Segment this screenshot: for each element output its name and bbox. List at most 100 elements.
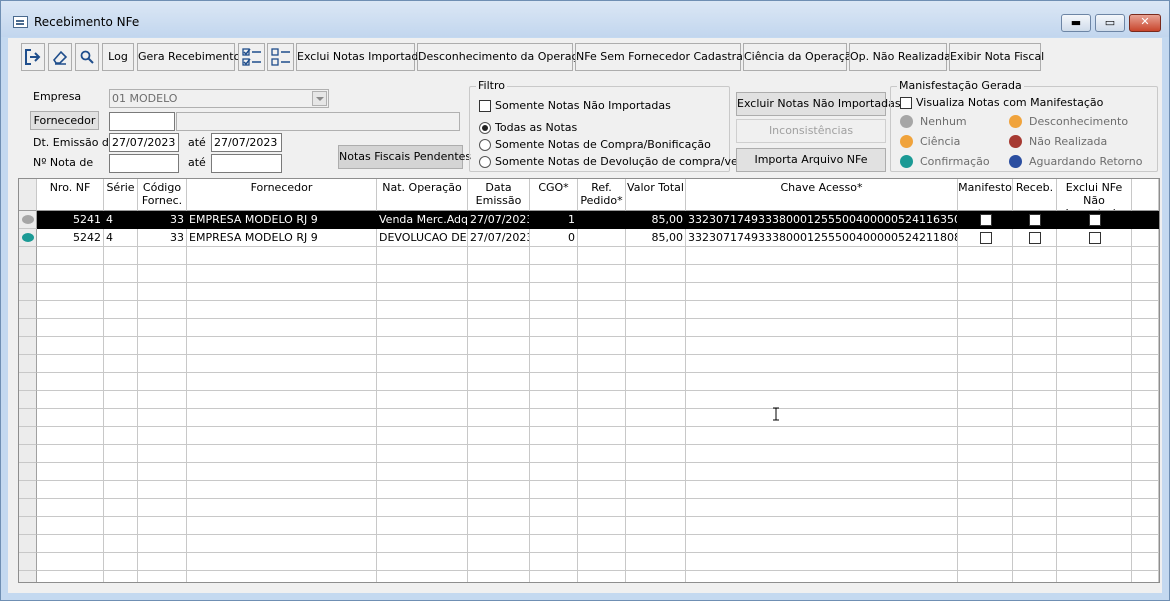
cell-nat[interactable]: Venda Merc.Adq.T [377,211,468,229]
cell-nro[interactable] [37,373,104,391]
search-button[interactable] [75,43,99,71]
cell-codigo[interactable] [138,337,187,355]
cell-valor[interactable] [626,553,686,571]
cell-cgo[interactable] [530,517,578,535]
table-row[interactable] [19,355,1159,373]
cell-pad[interactable] [1132,463,1159,481]
cell-fornecedor[interactable] [187,463,377,481]
row-indicator[interactable] [19,355,37,373]
cell-codigo[interactable] [138,301,187,319]
cell-pad[interactable] [1132,391,1159,409]
cell-fornecedor[interactable] [187,499,377,517]
table-row[interactable] [19,535,1159,553]
cell-serie[interactable] [104,301,138,319]
cell-data[interactable] [468,337,530,355]
check-all-button[interactable] [238,43,265,71]
cell-fornecedor[interactable] [187,355,377,373]
cell-codigo[interactable] [138,319,187,337]
cell-nat[interactable] [377,445,468,463]
uncheck-all-button[interactable] [267,43,294,71]
cell-nro[interactable] [37,301,104,319]
row-indicator[interactable] [19,463,37,481]
cell-cgo[interactable] [530,427,578,445]
cell-valor[interactable] [626,409,686,427]
cell-nro[interactable] [37,481,104,499]
cell-nat[interactable] [377,409,468,427]
importa-arquivo-button[interactable]: Importa Arquivo NFe [736,148,886,172]
cell-nro[interactable] [37,517,104,535]
cell-fornecedor[interactable] [187,571,377,582]
cell-ref[interactable] [578,211,626,229]
cell-fornecedor[interactable] [187,283,377,301]
cell-valor[interactable] [626,481,686,499]
cell-cgo[interactable] [530,553,578,571]
cell-data[interactable] [468,481,530,499]
cell-nro[interactable] [37,355,104,373]
cell-nro[interactable]: 5241 [37,211,104,229]
cell-serie[interactable] [104,463,138,481]
header-serie[interactable]: Série [104,179,138,211]
cell-serie[interactable] [104,265,138,283]
table-row[interactable]: 5242 4 33 EMPRESA MODELO RJ 9 DEVOLUCAO DE I… [19,229,1159,247]
cell-nro[interactable] [37,553,104,571]
table-row[interactable] [19,445,1159,463]
cell-ref[interactable] [578,571,626,582]
cell-data[interactable] [468,391,530,409]
cell-valor[interactable] [626,517,686,535]
cell-codigo[interactable]: 33 [138,229,187,247]
cell-valor[interactable]: 85,00 [626,229,686,247]
cell-serie[interactable] [104,427,138,445]
cell-nat[interactable] [377,535,468,553]
cell-codigo[interactable] [138,427,187,445]
ciencia-operacao-button[interactable]: Ciência da Operação [743,43,858,71]
cell-serie[interactable] [104,445,138,463]
cell-chave[interactable] [686,463,958,481]
cell-cgo[interactable]: 1 [530,211,578,229]
cell-codigo[interactable] [138,265,187,283]
cell-cgo[interactable] [530,391,578,409]
cell-valor[interactable] [626,391,686,409]
cell-cgo[interactable] [530,463,578,481]
row-indicator[interactable] [19,391,37,409]
cell-chave[interactable] [686,283,958,301]
cell-pad[interactable] [1132,517,1159,535]
minimize-button[interactable]: ▬ [1061,14,1091,32]
cell-pad[interactable] [1132,409,1159,427]
cell-pad[interactable] [1132,229,1159,247]
cell-chave[interactable]: 3323071749333800012555004000005241163506… [686,211,958,229]
cell-chave[interactable] [686,571,958,582]
cell-pad[interactable] [1132,373,1159,391]
cell-data[interactable]: 27/07/2023 [468,229,530,247]
cell-codigo[interactable] [138,391,187,409]
cell-serie[interactable] [104,517,138,535]
cell-nat[interactable] [377,517,468,535]
cell-data[interactable] [468,517,530,535]
cell-codigo[interactable] [138,535,187,553]
row-indicator[interactable] [19,499,37,517]
cell-serie[interactable] [104,391,138,409]
cell-data[interactable] [468,247,530,265]
cell-codigo[interactable] [138,517,187,535]
cell-cgo[interactable] [530,445,578,463]
cell-pad[interactable] [1132,553,1159,571]
cell-serie[interactable] [104,553,138,571]
table-row[interactable] [19,463,1159,481]
cell-chave[interactable]: 3323071749333800012555004000005242118089… [686,229,958,247]
dt-emissao-to-input[interactable]: 27/07/2023 [211,133,282,152]
header-fornecedor[interactable]: Fornecedor [187,179,377,211]
cell-serie[interactable] [104,355,138,373]
cell-nat[interactable] [377,247,468,265]
cell-chave[interactable] [686,409,958,427]
cell-ref[interactable] [578,373,626,391]
cell-codigo[interactable] [138,499,187,517]
row-indicator[interactable] [19,373,37,391]
cell-valor[interactable] [626,283,686,301]
cell-ref[interactable] [578,337,626,355]
row-indicator[interactable] [19,481,37,499]
cell-serie[interactable] [104,319,138,337]
cell-fornecedor[interactable] [187,337,377,355]
cell-nro[interactable]: 5242 [37,229,104,247]
manifesto-checkbox[interactable] [980,232,992,244]
cell-data[interactable] [468,553,530,571]
cell-codigo[interactable] [138,283,187,301]
